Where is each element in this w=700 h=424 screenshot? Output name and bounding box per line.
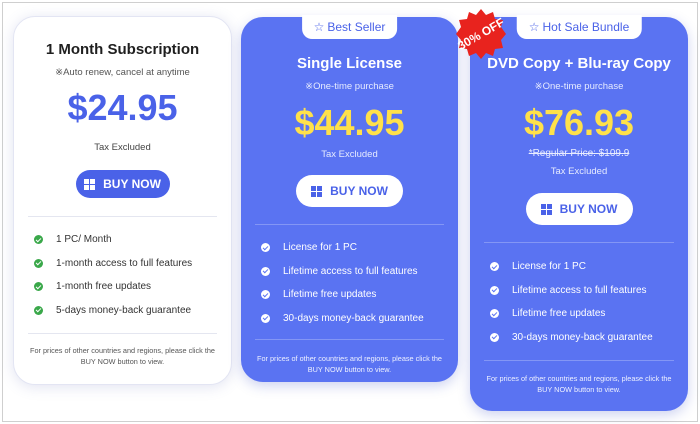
price-region-note: For prices of other countries and region…	[30, 346, 215, 366]
feature-item: Lifetime access to full features	[490, 279, 653, 303]
plan-subtitle: ※One-time purchase	[305, 81, 394, 92]
plan-card-single-license: ☆ Best Seller Single License ※One-time pu…	[241, 15, 458, 382]
divider	[484, 360, 674, 361]
feature-item: 5-days money-back guarantee	[34, 299, 192, 323]
divider	[28, 216, 217, 217]
discount-badge: 30% OFF	[455, 8, 507, 60]
feature-item: License for 1 PC	[261, 236, 424, 260]
windows-icon	[311, 185, 323, 197]
plan-title: Single License	[296, 55, 403, 72]
feature-item: 1-month access to full features	[34, 252, 192, 276]
feature-item: License for 1 PC	[490, 255, 653, 279]
plan-title: 1 Month Subscription	[45, 41, 200, 58]
plan-price: $24.95	[67, 87, 178, 128]
check-icon	[261, 243, 270, 253]
buy-now-label: BUY NOW	[559, 202, 618, 216]
hot-sale-tag: ☆ Hot Sale Bundle	[516, 15, 642, 39]
feature-item: Lifetime free updates	[261, 283, 424, 307]
feature-list: License for 1 PC Lifetime access to full…	[261, 236, 424, 330]
check-icon	[34, 305, 43, 315]
plan-price: $44.95	[294, 102, 405, 143]
check-icon	[490, 309, 499, 319]
feature-list: 1 PC/ Month 1-month access to full featu…	[34, 228, 192, 322]
feature-item: 1 PC/ Month	[34, 228, 192, 252]
best-seller-tag: ☆ Best Seller	[301, 15, 398, 39]
feature-item: 1-month free updates	[34, 275, 192, 299]
feature-list: License for 1 PC Lifetime access to full…	[490, 255, 653, 349]
check-icon	[490, 332, 499, 342]
check-icon	[261, 313, 270, 323]
divider	[255, 339, 444, 340]
feature-item: Lifetime access to full features	[261, 260, 424, 284]
plan-subtitle: ※Auto renew, cancel at anytime	[55, 67, 190, 78]
check-icon	[490, 285, 499, 295]
divider	[255, 224, 444, 225]
windows-icon	[540, 203, 552, 215]
price-region-note: For prices of other countries and region…	[257, 354, 442, 374]
tax-note: Tax Excluded	[94, 142, 151, 153]
plan-card-monthly: 1 Month Subscription ※Auto renew, cancel…	[13, 16, 232, 385]
star-icon: ☆	[528, 20, 540, 34]
plan-card-bundle: ☆ Hot Sale Bundle DVD Copy + Blu-ray Copy…	[470, 15, 688, 411]
buy-now-label: BUY NOW	[103, 177, 161, 191]
plan-subtitle: ※One-time purchase	[534, 81, 624, 92]
divider	[484, 242, 674, 243]
tax-note: Tax Excluded	[550, 166, 608, 177]
buy-now-button[interactable]: BUY NOW	[75, 170, 170, 198]
tax-note: Tax Excluded	[321, 149, 378, 160]
windows-icon	[84, 178, 96, 190]
feature-item: Lifetime free updates	[490, 302, 653, 326]
check-icon	[34, 282, 43, 292]
price-region-note: For prices of other countries and region…	[486, 374, 672, 394]
feature-item: 30-days money-back guarantee	[261, 307, 424, 331]
check-icon	[261, 290, 270, 300]
plan-price: $76.93	[523, 102, 635, 143]
check-icon	[261, 266, 270, 276]
regular-price: *Regular Price: $109.9	[528, 148, 630, 159]
feature-item: 30-days money-back guarantee	[490, 326, 653, 350]
buy-now-button[interactable]: BUY NOW	[525, 193, 633, 225]
star-icon: ☆	[313, 20, 325, 34]
buy-now-label: BUY NOW	[330, 184, 388, 198]
buy-now-button[interactable]: BUY NOW	[296, 175, 403, 207]
check-icon	[490, 262, 499, 272]
divider	[28, 333, 217, 334]
check-icon	[34, 258, 43, 268]
check-icon	[34, 235, 43, 245]
